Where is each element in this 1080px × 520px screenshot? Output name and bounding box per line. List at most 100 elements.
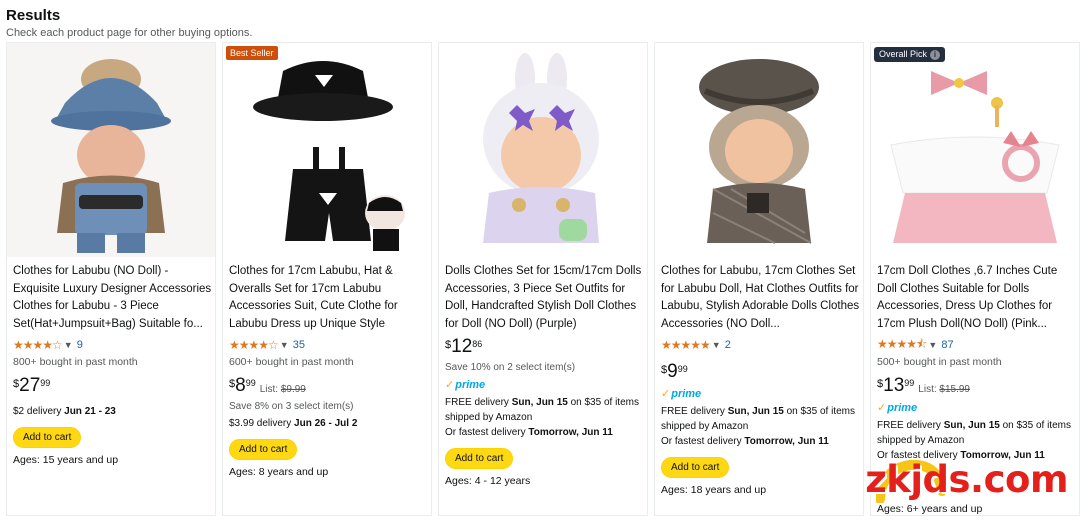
delivery-info: $2 delivery Jun 21 - 23 — [13, 404, 213, 419]
fastest-delivery-date: Tomorrow, Jun 11 — [744, 436, 829, 447]
age-range: Ages: 18 years and up — [661, 484, 767, 496]
price-fraction: 86 — [472, 339, 483, 349]
results-header: Results Check each product page for othe… — [6, 7, 252, 39]
delivery-text: FREE delivery — [661, 406, 728, 417]
fastest-delivery-date: Tomorrow, Jun 11 — [528, 427, 613, 438]
delivery-info: FREE delivery Sun, Jun 15 on $35 of item… — [661, 404, 861, 449]
delivery-date: Sun, Jun 15 — [727, 406, 784, 417]
delivery-date: Jun 21 - 23 — [64, 406, 116, 417]
prime-label: prime — [455, 378, 486, 391]
prime-check-icon: ✓ — [661, 388, 671, 400]
prime-logo: ✓ prime — [445, 378, 645, 392]
age-range: Ages: 8 years and up — [229, 466, 329, 478]
price-whole: 12 — [451, 336, 473, 357]
prime-label: prime — [887, 401, 918, 414]
product-card: Clothes for Labubu (NO Doll) - Exquisite… — [6, 42, 216, 516]
price: $ 8 99 List: $9.99 — [229, 376, 429, 396]
list-price-value: $9.99 — [280, 384, 306, 395]
delivery-text: $2 delivery — [13, 406, 65, 417]
black-hat-overalls-image — [223, 43, 431, 257]
delivery-info: $3.99 delivery Jun 26 - Jul 2 — [229, 416, 429, 431]
add-to-cart-button[interactable]: Add to cart — [445, 448, 514, 469]
rating-row[interactable]: ★★★★⯪ ▼ 87 — [877, 336, 1077, 354]
list-price: List: $15.99 — [918, 384, 970, 395]
price: $ 12 86 — [445, 337, 645, 357]
star-rating: ★★★★☆ — [13, 338, 63, 352]
savings-text: Save 8% on 3 select item(s) — [229, 401, 354, 412]
product-card: Overall Pick i 17cm Doll Clothes ,6.7 Inc… — [870, 42, 1080, 516]
info-icon[interactable]: i — [930, 50, 941, 60]
product-image[interactable] — [871, 43, 1079, 257]
delivery-info: FREE delivery Sun, Jun 15 on $35 of item… — [877, 418, 1077, 463]
product-title-link[interactable]: Clothes for Labubu, 17cm Clothes Set for… — [661, 263, 861, 333]
delivery-date: Sun, Jun 15 — [943, 420, 1000, 431]
product-title-link[interactable]: 17cm Doll Clothes ,6.7 Inches Cute Doll … — [877, 263, 1077, 333]
list-price: List: $9.99 — [260, 384, 306, 395]
fastest-delivery-text: Or fastest delivery — [445, 427, 529, 438]
savings-text: Save 10% on 2 select item(s) — [445, 362, 576, 373]
add-to-cart-button[interactable]: Add to cart — [13, 427, 82, 448]
product-title-link[interactable]: Dolls Clothes Set for 15cm/17cm Dolls Ac… — [445, 263, 645, 333]
product-card: Clothes for Labubu, 17cm Clothes Set for… — [654, 42, 864, 516]
price-whole: 27 — [19, 375, 41, 396]
watermark-text: zkjds.com — [865, 458, 1068, 501]
chevron-down-icon[interactable]: ▼ — [280, 340, 289, 350]
results-subtitle: Check each product page for other buying… — [6, 27, 253, 39]
fastest-delivery-text: Or fastest delivery — [661, 436, 745, 447]
list-label: List: — [918, 384, 940, 395]
product-image[interactable] — [7, 43, 215, 257]
age-range: Ages: 4 - 12 years — [445, 475, 531, 487]
plaid-outfit-image — [655, 43, 863, 257]
price-whole: 13 — [883, 375, 905, 396]
prime-check-icon: ✓ — [877, 402, 887, 414]
age-range: Ages: 15 years and up — [13, 454, 119, 466]
add-to-cart-button[interactable]: Add to cart — [229, 439, 298, 460]
overall-pick-badge: Overall Pick i — [874, 47, 946, 62]
price: $ 9 99 — [661, 362, 861, 382]
product-image[interactable] — [655, 43, 863, 257]
price: $ 27 99 — [13, 376, 213, 396]
review-count-link[interactable]: 87 — [941, 339, 953, 351]
product-card: Best Seller Clothes for 17cm Labubu, Hat… — [222, 42, 432, 516]
chevron-down-icon[interactable]: ▼ — [64, 340, 73, 350]
price-fraction: 99 — [677, 364, 688, 374]
purple-bunny-outfit-image — [439, 43, 647, 257]
results-title: Results — [6, 7, 61, 24]
pink-dress-set-image — [871, 43, 1079, 257]
product-card: Dolls Clothes Set for 15cm/17cm Dolls Ac… — [438, 42, 648, 516]
product-title-link[interactable]: Clothes for Labubu (NO Doll) - Exquisite… — [13, 263, 213, 333]
bought-count: 800+ bought in past month — [13, 356, 138, 368]
review-count-link[interactable]: 35 — [293, 339, 305, 351]
bought-count: 500+ bought in past month — [877, 356, 1002, 368]
rating-row[interactable]: ★★★★☆ ▼ 9 — [13, 336, 213, 354]
add-to-cart-button[interactable]: Add to cart — [661, 457, 730, 478]
star-rating: ★★★★★ — [661, 338, 711, 352]
price: $ 13 99 List: $15.99 — [877, 376, 1077, 396]
price-fraction: 99 — [40, 378, 51, 388]
rating-row[interactable]: ★★★★☆ ▼ 35 — [229, 336, 429, 354]
delivery-text: FREE delivery — [877, 420, 944, 431]
prime-label: prime — [671, 387, 702, 400]
prime-logo: ✓ prime — [661, 387, 861, 401]
best-seller-badge: Best Seller — [226, 46, 278, 60]
delivery-info: FREE delivery Sun, Jun 15 on $35 of item… — [445, 395, 645, 440]
delivery-text: $3.99 delivery — [229, 418, 295, 429]
results-grid: Clothes for Labubu (NO Doll) - Exquisite… — [6, 42, 1080, 520]
doll-denim-image — [7, 43, 215, 257]
overall-pick-label: Overall Pick — [879, 49, 928, 59]
delivery-date: Sun, Jun 15 — [511, 397, 568, 408]
review-count-link[interactable]: 2 — [725, 339, 731, 351]
price-fraction: 99 — [904, 378, 915, 388]
review-count-link[interactable]: 9 — [77, 339, 83, 351]
age-range: Ages: 6+ years and up — [877, 503, 983, 515]
product-image[interactable] — [439, 43, 647, 257]
chevron-down-icon[interactable]: ▼ — [928, 340, 937, 350]
prime-check-icon: ✓ — [445, 379, 455, 391]
product-image[interactable] — [223, 43, 431, 257]
product-title-link[interactable]: Clothes for 17cm Labubu, Hat & Overalls … — [229, 263, 429, 333]
chevron-down-icon[interactable]: ▼ — [712, 340, 721, 350]
list-label: List: — [259, 384, 281, 395]
bought-count: 600+ bought in past month — [229, 356, 354, 368]
rating-row[interactable]: ★★★★★ ▼ 2 — [661, 336, 861, 354]
price-whole: 8 — [235, 375, 246, 396]
